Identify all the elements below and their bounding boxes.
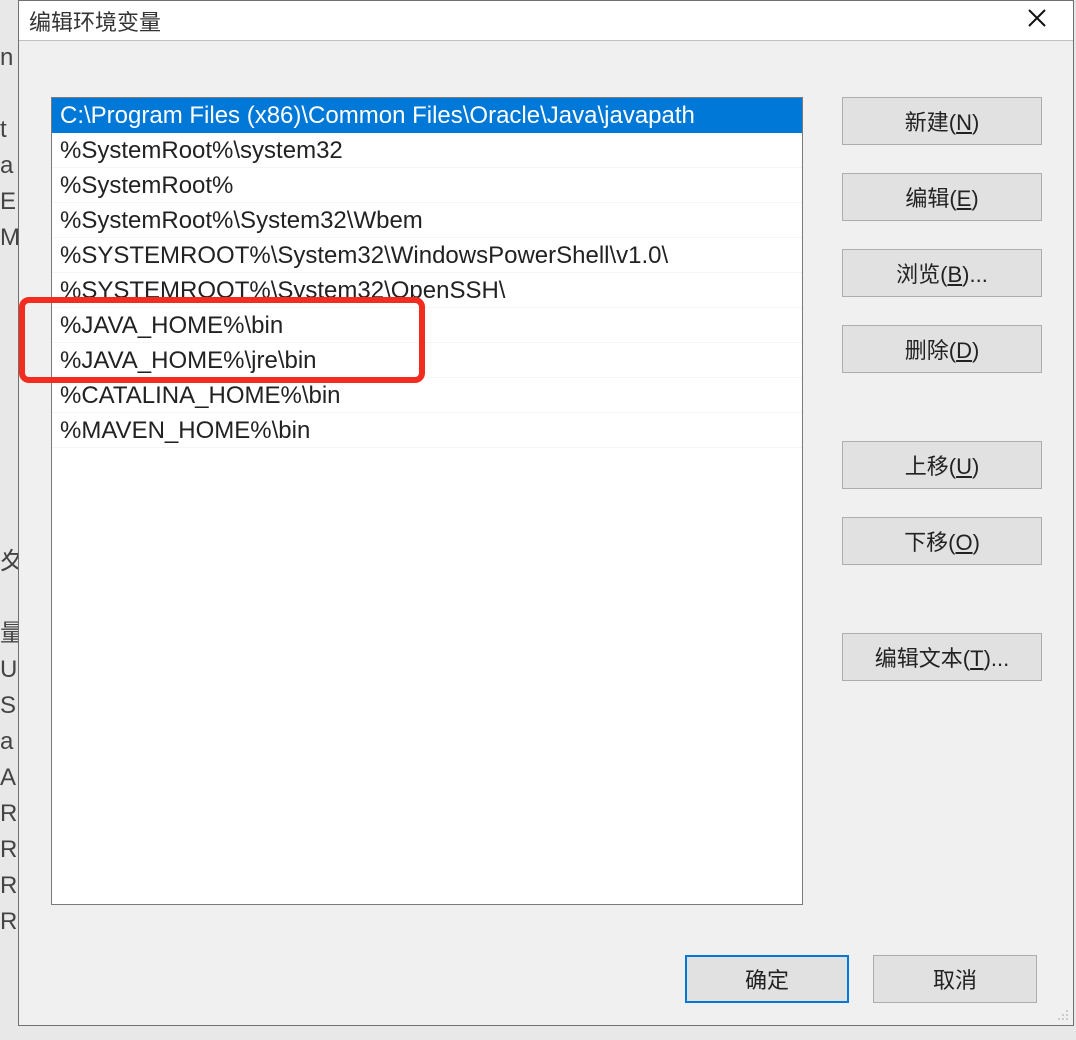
browse-button[interactable]: 浏览(B)...: [842, 249, 1042, 297]
edit-text-button[interactable]: 编辑文本(T)...: [842, 633, 1042, 681]
move-up-button[interactable]: 上移(U): [842, 441, 1042, 489]
delete-button[interactable]: 删除(D): [842, 325, 1042, 373]
dialog-body: C:\Program Files (x86)\Common Files\Orac…: [19, 41, 1073, 1025]
edit-button[interactable]: 编辑(E): [842, 173, 1042, 221]
path-entry-row[interactable]: %JAVA_HOME%\jre\bin: [52, 343, 802, 378]
delete-button-label: 删除(D): [905, 333, 980, 365]
close-icon: [1027, 8, 1047, 33]
browse-button-label: 浏览(B)...: [896, 257, 988, 289]
new-button[interactable]: 新建(N): [842, 97, 1042, 145]
edit-environment-variable-dialog: 编辑环境变量 C:\Program Files (x86)\Common Fil…: [18, 0, 1074, 1026]
dialog-title: 编辑环境变量: [29, 5, 161, 37]
move-down-button[interactable]: 下移(O): [842, 517, 1042, 565]
path-entry-row[interactable]: %SystemRoot%\system32: [52, 133, 802, 168]
path-entry-row[interactable]: %MAVEN_HOME%\bin: [52, 413, 802, 448]
new-button-label: 新建(N): [905, 105, 980, 137]
path-entry-row[interactable]: %SYSTEMROOT%\System32\WindowsPowerShell\…: [52, 238, 802, 273]
side-button-column: 新建(N) 编辑(E) 浏览(B)... 删除(D) 上移(U) 下移(O): [842, 97, 1042, 681]
move-down-button-label: 下移(O): [904, 525, 980, 557]
resize-grip-icon[interactable]: [1053, 1005, 1069, 1021]
background-parent-window-fragments: n t a E M 夊 量 U S a A R R R R: [0, 40, 20, 1040]
path-entry-row[interactable]: %SYSTEMROOT%\System32\OpenSSH\: [52, 273, 802, 308]
path-entry-row[interactable]: %JAVA_HOME%\bin: [52, 308, 802, 343]
path-entry-row[interactable]: %SystemRoot%: [52, 168, 802, 203]
ok-button-label: 确定: [745, 963, 789, 995]
edit-button-label: 编辑(E): [905, 181, 978, 213]
path-entries-listbox[interactable]: C:\Program Files (x86)\Common Files\Orac…: [51, 97, 803, 905]
ok-button[interactable]: 确定: [685, 955, 849, 1003]
dialog-footer: 确定 取消: [19, 951, 1073, 1007]
move-up-button-label: 上移(U): [905, 449, 980, 481]
edit-text-button-label: 编辑文本(T)...: [875, 641, 1009, 673]
path-entry-row[interactable]: C:\Program Files (x86)\Common Files\Orac…: [52, 98, 802, 133]
path-entry-row[interactable]: %SystemRoot%\System32\Wbem: [52, 203, 802, 238]
dialog-titlebar: 编辑环境变量: [19, 1, 1073, 41]
close-button[interactable]: [1007, 1, 1067, 40]
cancel-button[interactable]: 取消: [873, 955, 1037, 1003]
path-entry-row[interactable]: %CATALINA_HOME%\bin: [52, 378, 802, 413]
cancel-button-label: 取消: [933, 963, 977, 995]
